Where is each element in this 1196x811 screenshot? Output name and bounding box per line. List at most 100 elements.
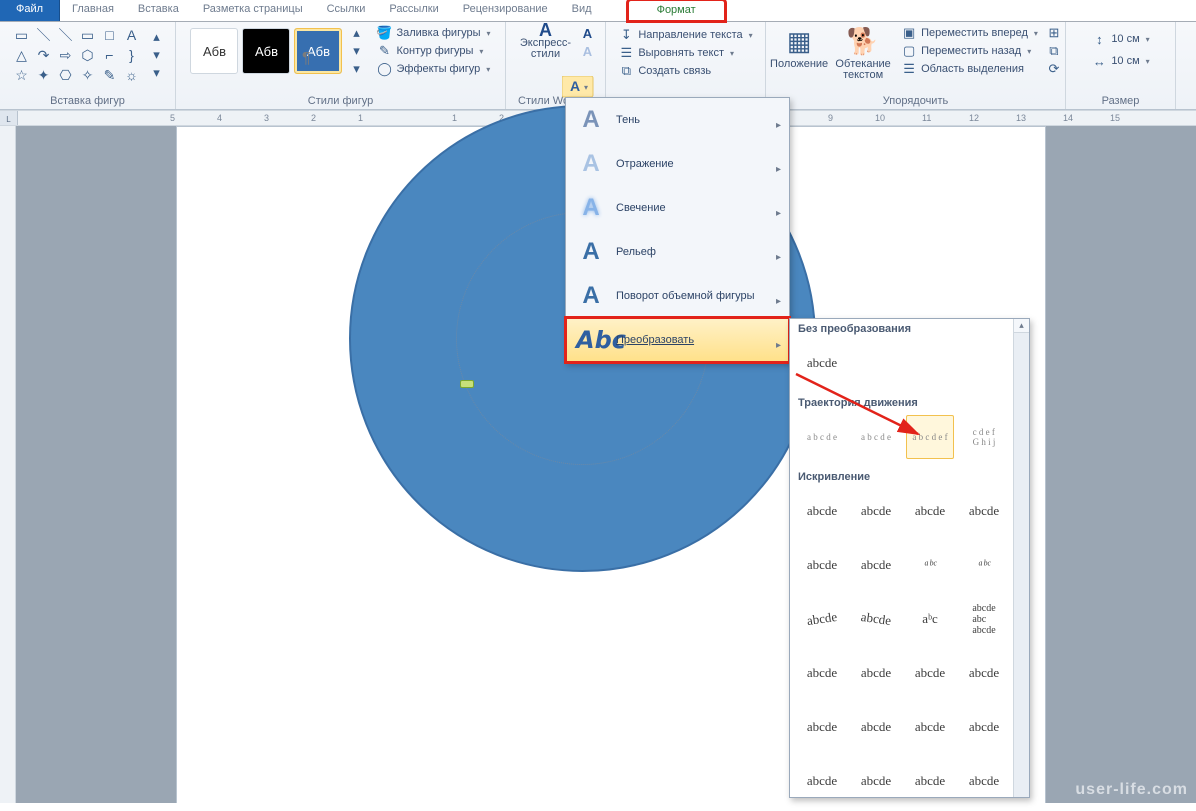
warp-14[interactable]: abcde bbox=[852, 651, 900, 695]
shape-arrow-icon[interactable]: ⇨ bbox=[55, 45, 77, 65]
warp-12[interactable]: abcdeabcabcde bbox=[960, 597, 1008, 641]
group-caption: Стили фигур bbox=[176, 95, 505, 107]
shape-square-icon[interactable]: □ bbox=[99, 25, 121, 45]
text-path-handle[interactable] bbox=[460, 380, 474, 388]
warp-8[interactable]: ᵃᵇᶜ bbox=[960, 543, 1008, 587]
shape-line2-icon[interactable]: ＼ bbox=[55, 25, 77, 45]
shape-curve-icon[interactable]: ↷ bbox=[33, 45, 55, 65]
width-input[interactable]: ↔10 см bbox=[1091, 53, 1149, 69]
menu-glow[interactable]: AСвечение bbox=[566, 186, 789, 230]
group-caption: Размер bbox=[1066, 95, 1175, 107]
warp-6[interactable]: abcde bbox=[852, 543, 900, 587]
warp-9[interactable]: abcde bbox=[795, 594, 849, 644]
wrap-text-button[interactable]: 🐕 Обтекание текстом bbox=[833, 25, 893, 81]
scroll-up-icon[interactable]: ▴ bbox=[1014, 319, 1029, 333]
shape-hex-icon[interactable]: ⬡ bbox=[77, 45, 99, 65]
warp-3[interactable]: abcde bbox=[906, 489, 954, 533]
shape-rrect-icon[interactable]: ▭ bbox=[77, 25, 99, 45]
rotate-icon[interactable]: ⟳ bbox=[1046, 61, 1062, 77]
tab-format[interactable]: Формат bbox=[628, 0, 725, 21]
group-size: ↕10 см ↔10 см Размер bbox=[1066, 22, 1176, 109]
style-down-icon[interactable]: ▾ bbox=[348, 43, 364, 59]
height-input[interactable]: ↕10 см bbox=[1091, 31, 1149, 47]
gallery-scrollbar[interactable]: ▴ bbox=[1013, 319, 1029, 797]
position-button[interactable]: ▦ Положение bbox=[769, 25, 829, 70]
style-more-icon[interactable]: ▾ bbox=[348, 61, 364, 77]
shapes-gallery[interactable]: ▭ ＼ ＼ ▭ □ A △ ↷ ⇨ ⬡ ⌐ } ☆ ✦ ⎔ ✧ ✎ ☼ bbox=[11, 25, 143, 85]
group-obj-icon[interactable]: ⧉ bbox=[1046, 43, 1062, 59]
warp-19[interactable]: abcde bbox=[906, 705, 954, 749]
tab-review[interactable]: Рецензирование bbox=[451, 0, 560, 21]
menu-shadow[interactable]: AТень bbox=[566, 98, 789, 142]
shape-tri-icon[interactable]: △ bbox=[11, 45, 33, 65]
style-up-icon[interactable]: ▴ bbox=[348, 25, 364, 41]
text-outline-icon[interactable]: A bbox=[580, 44, 596, 60]
warp-10[interactable]: abcde bbox=[849, 594, 903, 644]
warp-20[interactable]: abcde bbox=[960, 705, 1008, 749]
selection-pane-button[interactable]: ☰Область выделения bbox=[901, 61, 1038, 77]
send-backward-button[interactable]: ▢Переместить назад bbox=[901, 43, 1038, 59]
tab-home[interactable]: Главная bbox=[60, 0, 126, 21]
transform-path-button[interactable]: c d e fG h i j bbox=[960, 415, 1008, 459]
warp-5[interactable]: abcde bbox=[798, 543, 846, 587]
text-fill-icon[interactable]: A bbox=[580, 26, 596, 42]
gallery-up-icon[interactable]: ▴ bbox=[149, 29, 165, 45]
warp-24[interactable]: abcde bbox=[960, 759, 1008, 803]
express-styles-button[interactable]: A Экспресс-стили bbox=[516, 25, 576, 60]
warp-22[interactable]: abcde bbox=[852, 759, 900, 803]
warp-11[interactable]: aᵇc bbox=[906, 597, 954, 641]
warp-18[interactable]: abcde bbox=[852, 705, 900, 749]
warp-4[interactable]: abcde bbox=[960, 489, 1008, 533]
shape-text-icon[interactable]: A bbox=[121, 25, 143, 45]
shape-more-icon[interactable]: ☼ bbox=[121, 65, 143, 85]
shape-fill-button[interactable]: 🪣Заливка фигуры bbox=[376, 25, 490, 41]
align-text-button[interactable]: ☰Выровнять текст bbox=[618, 45, 734, 61]
align-obj-icon[interactable]: ⊞ bbox=[1046, 25, 1062, 41]
menu-reflection[interactable]: AОтражение bbox=[566, 142, 789, 186]
warp-16[interactable]: abcde bbox=[960, 651, 1008, 695]
transform-path-arch[interactable]: a b c d e bbox=[798, 415, 846, 459]
warp-15[interactable]: abcde bbox=[906, 651, 954, 695]
tab-insert[interactable]: Вставка bbox=[126, 0, 191, 21]
text-direction-button[interactable]: ↧Направление текста bbox=[618, 27, 752, 43]
shape-brace-icon[interactable]: } bbox=[121, 45, 143, 65]
tab-references[interactable]: Ссылки bbox=[315, 0, 378, 21]
create-link-button[interactable]: ⧉Создать связь bbox=[618, 63, 711, 79]
warp-1[interactable]: abcde bbox=[798, 489, 846, 533]
gallery-down-icon[interactable]: ▾ bbox=[149, 47, 165, 63]
transform-path-arch-down[interactable]: a b c d e bbox=[852, 415, 900, 459]
warp-2[interactable]: abcde bbox=[852, 489, 900, 533]
shape-callout-icon[interactable]: ⎔ bbox=[55, 65, 77, 85]
warp-17[interactable]: abcde bbox=[798, 705, 846, 749]
warp-23[interactable]: abcde bbox=[906, 759, 954, 803]
shape-elbow-icon[interactable]: ⌐ bbox=[99, 45, 121, 65]
tab-view[interactable]: Вид bbox=[560, 0, 604, 21]
warp-7[interactable]: ᵃᵇᶜ bbox=[906, 543, 954, 587]
style-sample-2[interactable]: Абв bbox=[242, 28, 290, 74]
shape-star-icon[interactable]: ☆ bbox=[11, 65, 33, 85]
shape-outline-button[interactable]: ✎Контур фигуры bbox=[376, 43, 490, 59]
shape-4star-icon[interactable]: ✧ bbox=[77, 65, 99, 85]
menu-bevel[interactable]: AРельеф bbox=[566, 230, 789, 274]
bring-forward-button[interactable]: ▣Переместить вперед bbox=[901, 25, 1038, 41]
gallery-more-icon[interactable]: ▾ bbox=[149, 65, 165, 81]
shape-star2-icon[interactable]: ✦ bbox=[33, 65, 55, 85]
tab-mailings[interactable]: Рассылки bbox=[377, 0, 450, 21]
tab-file[interactable]: Файл bbox=[0, 0, 60, 21]
group-caption: Вставка фигур bbox=[0, 95, 175, 107]
warp-13[interactable]: abcde bbox=[798, 651, 846, 695]
text-effects-split-button[interactable]: A ▾ bbox=[562, 76, 594, 98]
shape-rect-icon[interactable]: ▭ bbox=[11, 25, 33, 45]
shape-free-icon[interactable]: ✎ bbox=[99, 65, 121, 85]
menu-3d-rotation[interactable]: AПоворот объемной фигуры bbox=[566, 274, 789, 318]
tab-page-layout[interactable]: Разметка страницы bbox=[191, 0, 315, 21]
tab-selector[interactable]: L bbox=[0, 111, 18, 126]
transform-none[interactable]: abcde bbox=[798, 341, 846, 385]
transform-path-circle[interactable]: a b c d e f bbox=[906, 415, 954, 459]
shape-line-icon[interactable]: ＼ bbox=[33, 25, 55, 45]
shape-style-gallery[interactable]: Абв Абв Абв bbox=[190, 28, 342, 74]
menu-transform[interactable]: 𝘼𝙗𝙘Преобразовать bbox=[566, 318, 789, 362]
style-sample-1[interactable]: Абв bbox=[190, 28, 238, 74]
warp-21[interactable]: abcde bbox=[798, 759, 846, 803]
shape-effects-button[interactable]: ◯Эффекты фигур bbox=[376, 61, 490, 77]
